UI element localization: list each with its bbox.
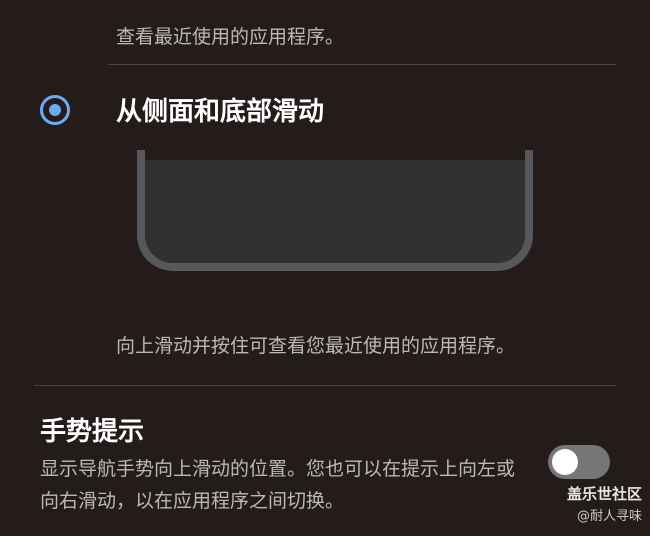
watermark: 盖乐世社区 @耐人寻味 bbox=[567, 484, 642, 526]
gesture-hint-description: 显示导航手势向上滑动的位置。您也可以在提示上向左或向右滑动，以在应用程序之间切换… bbox=[40, 458, 516, 512]
navigation-option-swipe-side-bottom[interactable]: 从侧面和底部滑动 bbox=[40, 94, 600, 134]
divider bbox=[108, 64, 616, 65]
radio-button-selected[interactable] bbox=[40, 95, 70, 125]
previous-option-description: 查看最近使用的应用程序。 bbox=[116, 0, 616, 54]
watermark-credit: @耐人寻味 bbox=[576, 509, 642, 524]
phone-top-cutoff bbox=[145, 150, 525, 160]
watermark-title: 盖乐世社区 bbox=[566, 485, 642, 503]
gesture-hint-title: 手势提示 bbox=[40, 417, 145, 447]
toggle-knob bbox=[552, 449, 578, 475]
phone-screen bbox=[145, 150, 525, 263]
gesture-hint-toggle[interactable] bbox=[548, 445, 610, 479]
phone-illustration bbox=[137, 150, 533, 271]
divider bbox=[34, 385, 616, 386]
radio-selected-dot bbox=[49, 104, 61, 116]
description-cutoff-line bbox=[116, 0, 616, 20]
description-last-line: 查看最近使用的应用程序。 bbox=[116, 26, 345, 48]
option-label: 从侧面和底部滑动 bbox=[116, 97, 325, 127]
option-description: 向上滑动并按住可查看您最近使用的应用程序。 bbox=[116, 335, 516, 357]
